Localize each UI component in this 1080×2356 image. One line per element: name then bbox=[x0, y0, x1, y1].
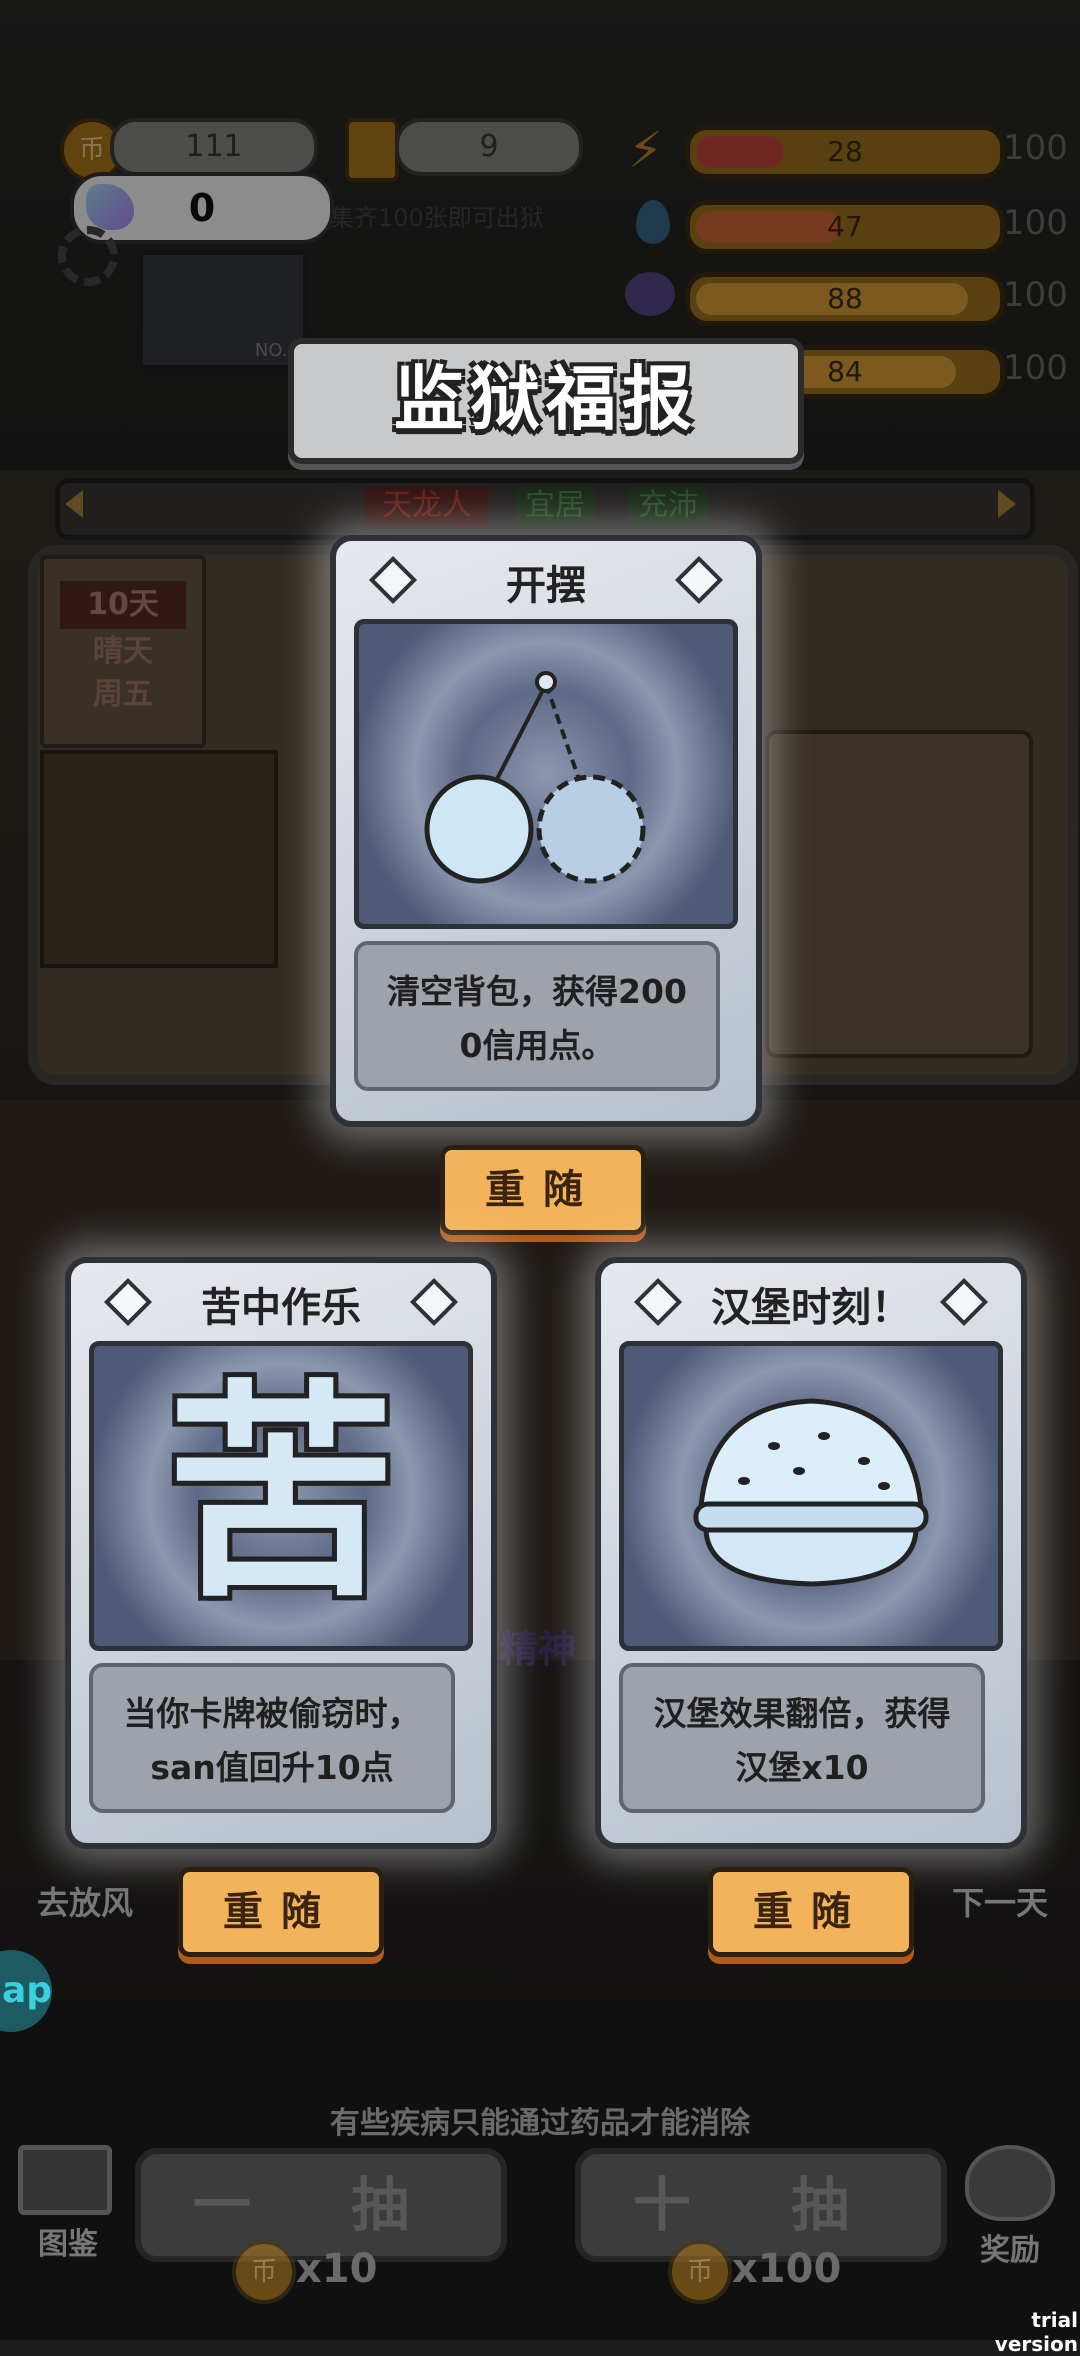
album-button[interactable]: 图鉴 bbox=[18, 2145, 118, 2265]
app-badge[interactable]: ap bbox=[0, 1950, 52, 2032]
single-draw-cost: x10 bbox=[296, 2246, 378, 2292]
card-desc-line: san值回升10点 bbox=[150, 1748, 394, 1787]
card-title: 苦中作乐 bbox=[201, 1285, 361, 1331]
card-bottom-left[interactable]: 苦中作乐 苦 当你卡牌被偷窃时， san值回升10点 bbox=[65, 1257, 497, 1849]
ten-draw-button[interactable]: 十 抽 bbox=[575, 2148, 947, 2262]
card-description: 当你卡牌被偷窃时， san值回升10点 bbox=[89, 1663, 455, 1813]
book-icon bbox=[18, 2145, 112, 2215]
card-desc-line: 汉堡x10 bbox=[735, 1748, 869, 1787]
popup-banner: 监狱福报 bbox=[288, 338, 804, 464]
banner-title: 监狱福报 bbox=[394, 358, 698, 440]
card-desc-line: 汉堡效果翻倍，获得 bbox=[653, 1694, 951, 1733]
go-outside-button[interactable]: 去放风 bbox=[15, 1878, 155, 1924]
app-badge-label: ap bbox=[1, 1970, 52, 2011]
coin-icon: 币 bbox=[668, 2240, 732, 2304]
card-description: 汉堡效果翻倍，获得 汉堡x10 bbox=[619, 1663, 985, 1813]
card-art-burger bbox=[619, 1341, 1003, 1651]
pendulum-icon bbox=[424, 671, 646, 884]
card-bottom-right[interactable]: 汉堡时刻！ 汉堡效果翻倍，获得 汉堡x10 bbox=[595, 1257, 1027, 1849]
card-top[interactable]: 开摆 清空背包，获得200 0信用点。 bbox=[330, 535, 762, 1127]
hint-text: 有些疾病只能通过药品才能消除 bbox=[330, 2106, 750, 2141]
album-label: 图鉴 bbox=[38, 2227, 98, 2262]
reroll-button[interactable]: 重随 bbox=[708, 1867, 914, 1957]
next-day-button[interactable]: 下一天 bbox=[930, 1878, 1070, 1924]
reward-button[interactable]: 奖励 bbox=[955, 2145, 1065, 2275]
bitter-glyph-icon: 苦 bbox=[165, 1362, 396, 1629]
ten-draw-cost: x100 bbox=[732, 2246, 842, 2292]
reward-label: 奖励 bbox=[980, 2233, 1040, 2268]
card-description: 清空背包，获得200 0信用点。 bbox=[354, 941, 720, 1091]
reroll-button[interactable]: 重随 bbox=[178, 1867, 384, 1957]
mouse-icon bbox=[965, 2145, 1055, 2221]
reroll-button[interactable]: 重随 bbox=[440, 1145, 646, 1235]
card-desc-line: 清空背包，获得200 bbox=[387, 972, 687, 1011]
card-desc-line: 当你卡牌被偷窃时， bbox=[123, 1694, 421, 1733]
watermark: trial version bbox=[994, 2308, 1078, 2356]
card-desc-line: 0信用点。 bbox=[459, 1026, 615, 1065]
card-art-pendulum bbox=[354, 619, 738, 929]
card-title: 汉堡时刻！ bbox=[711, 1285, 911, 1331]
single-draw-button[interactable]: 一 抽 bbox=[135, 2148, 507, 2262]
burger-icon bbox=[693, 1398, 929, 1587]
card-art-bitter: 苦 bbox=[89, 1341, 473, 1651]
coin-icon: 币 bbox=[232, 2240, 296, 2304]
card-title: 开摆 bbox=[506, 563, 586, 609]
